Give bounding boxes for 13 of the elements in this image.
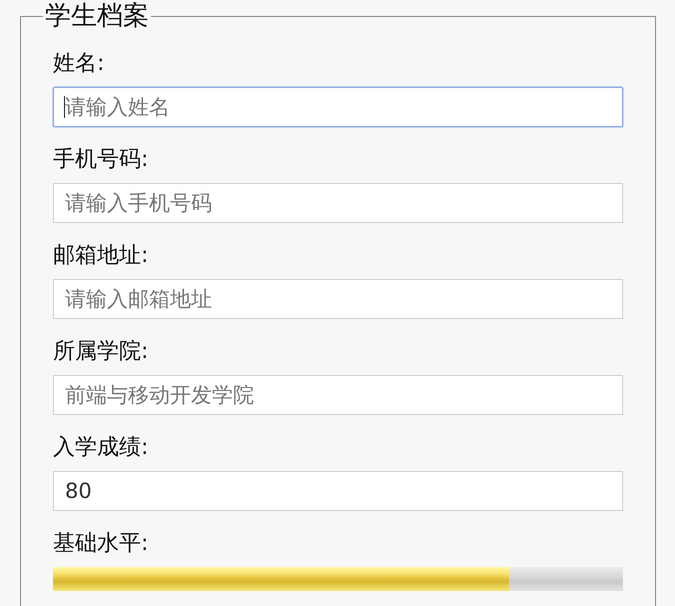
section-legend: 学生档案	[43, 0, 151, 32]
text-input-field[interactable]: 前端与移动开发学院	[53, 375, 623, 415]
field-label: 入学成绩:	[53, 434, 148, 462]
text-input-field[interactable]: 请输入姓名	[53, 87, 623, 127]
text-input-field[interactable]: 80	[53, 471, 623, 511]
field-label: 基础水平:	[53, 530, 148, 558]
text-input-field[interactable]: 请输入邮箱地址	[53, 279, 623, 319]
field-label: 姓名:	[53, 50, 104, 78]
text-cursor-icon	[64, 96, 65, 118]
text-input-field[interactable]: 请输入手机号码	[53, 183, 623, 223]
field-label: 手机号码:	[53, 146, 148, 174]
field-label: 邮箱地址:	[53, 242, 148, 270]
field-label: 所属学院:	[53, 338, 148, 366]
